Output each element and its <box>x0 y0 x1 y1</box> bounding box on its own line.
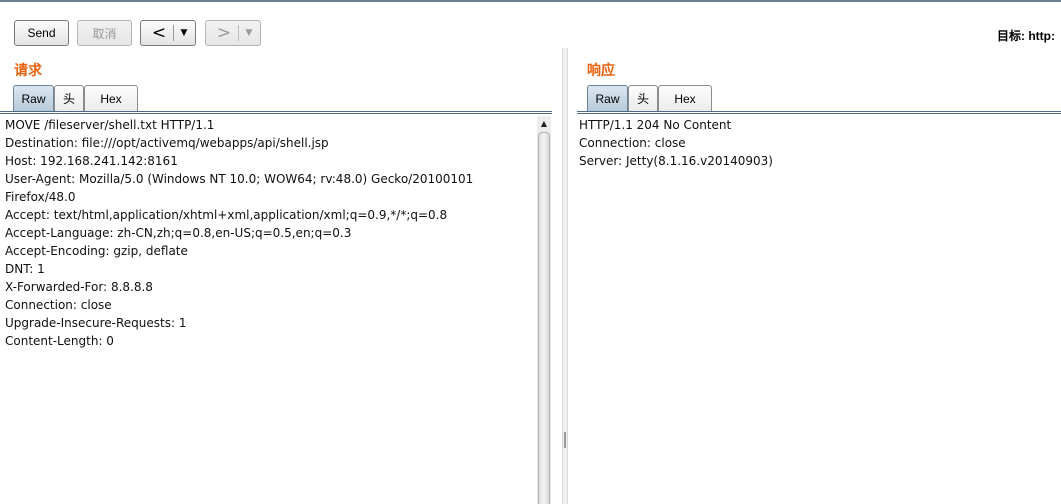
response-tab-hex[interactable]: Hex <box>658 85 712 111</box>
response-tab-raw[interactable]: Raw <box>587 85 628 111</box>
scrollbar-thumb[interactable] <box>538 132 550 504</box>
response-tab-underline <box>577 111 1061 114</box>
request-line: Upgrade-Insecure-Requests: 1 <box>5 316 187 330</box>
request-tab-headers[interactable]: 头 <box>54 85 84 111</box>
cancel-button[interactable]: 取消 <box>77 20 132 46</box>
request-tab-underline <box>0 111 552 114</box>
request-tab-hex[interactable]: Hex <box>84 85 138 111</box>
request-line: Connection: close <box>5 298 112 312</box>
chevron-down-icon[interactable]: ▼ <box>177 28 191 38</box>
request-scrollbar[interactable]: ▲ <box>537 116 551 504</box>
chevron-left-icon: < <box>151 22 167 43</box>
button-divider <box>238 25 239 41</box>
request-line: Firefox/48.0 <box>5 190 76 204</box>
request-line: Accept-Language: zh-CN,zh;q=0.8,en-US;q=… <box>5 226 352 240</box>
request-line: X-Forwarded-For: 8.8.8.8 <box>5 280 153 294</box>
request-tabs: Raw 头 Hex <box>13 85 553 111</box>
response-tabs: Raw 头 Hex <box>587 85 1061 111</box>
request-line: DNT: 1 <box>5 262 45 276</box>
request-line: Content-Length: 0 <box>5 334 114 348</box>
response-tab-headers[interactable]: 头 <box>628 85 658 111</box>
request-panel-title: 请求 <box>14 63 42 79</box>
response-editor[interactable]: HTTP/1.1 204 No Content Connection: clos… <box>579 116 1059 504</box>
request-tab-raw[interactable]: Raw <box>13 85 54 111</box>
request-line: Accept: text/html,application/xhtml+xml,… <box>5 208 448 222</box>
panel-splitter[interactable] <box>562 48 568 504</box>
request-line: MOVE /fileserver/shell.txt HTTP/1.1 <box>5 118 215 132</box>
splitter-grip[interactable] <box>564 432 566 448</box>
request-line: Accept-Encoding: gzip, deflate <box>5 244 188 258</box>
request-editor[interactable]: MOVE /fileserver/shell.txt HTTP/1.1 Dest… <box>5 116 535 504</box>
back-button[interactable]: < ▼ <box>140 20 196 46</box>
chevron-right-icon: > <box>216 22 232 43</box>
scroll-up-arrow-icon[interactable]: ▲ <box>537 116 551 130</box>
request-line: Host: 192.168.241.142:8161 <box>5 154 178 168</box>
response-line: HTTP/1.1 204 No Content <box>579 118 732 132</box>
response-line: Server: Jetty(8.1.16.v20140903) <box>579 154 773 168</box>
response-line: Connection: close <box>579 136 686 150</box>
button-divider <box>173 25 174 41</box>
forward-button[interactable]: > ▼ <box>205 20 261 46</box>
send-button[interactable]: Send <box>14 20 69 46</box>
chevron-down-icon[interactable]: ▼ <box>242 28 256 38</box>
toolbar: Send 取消 < ▼ > ▼ 目标: http: <box>0 2 1061 46</box>
request-line: Destination: file:///opt/activemq/webapp… <box>5 136 329 150</box>
target-label[interactable]: 目标: http: <box>997 27 1055 44</box>
request-line: User-Agent: Mozilla/5.0 (Windows NT 10.0… <box>5 172 474 186</box>
response-panel-title: 响应 <box>587 63 615 79</box>
